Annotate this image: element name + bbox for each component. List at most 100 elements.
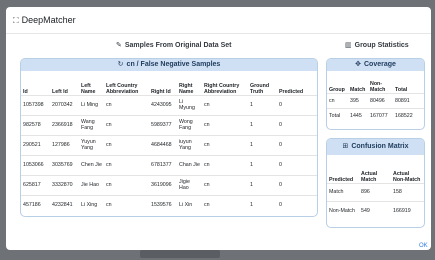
cell: cn — [104, 174, 149, 195]
deepmatcher-modal: ⛶ DeepMatcher ✎ Samples From Original Data… — [6, 7, 431, 250]
samples-table-title: cn / False Negative Samples — [126, 61, 221, 68]
cell: 168522 — [393, 107, 424, 123]
cell: 1 — [248, 154, 277, 175]
cell: 395 — [348, 92, 368, 108]
cell: Jigie Hao — [177, 174, 202, 195]
bar-chart-icon: ▥ — [345, 42, 352, 49]
samples-heading: ✎ Samples From Original Data Set — [116, 41, 231, 49]
col-right-id: Right Id — [151, 88, 171, 95]
col-left-id: Left Id — [52, 88, 68, 95]
col-id: Id — [23, 88, 28, 95]
cell: 1 — [248, 134, 277, 155]
confusion-header-row: Predicted Actual Match Actual Non-Match — [327, 158, 424, 183]
modal-title: DeepMatcher — [21, 15, 76, 25]
coverage-title: Coverage — [363, 61, 396, 68]
col-non-match: Non-Match — [370, 80, 386, 93]
modal-header: ⛶ DeepMatcher — [6, 7, 431, 34]
cell: Match — [327, 182, 359, 201]
ok-button[interactable]: OK — [419, 243, 428, 249]
cell: 0 — [277, 174, 317, 195]
samples-card-header: ↻ cn / False Negative Samples — [21, 59, 317, 71]
cell: iuyun Yang — [177, 134, 202, 155]
cell: 1539576 — [149, 194, 177, 215]
cell: 4232841 — [50, 194, 79, 215]
cell: 0 — [277, 134, 317, 155]
cell: 3619096 — [149, 174, 177, 195]
cell: cn — [104, 194, 149, 215]
col-right-name: Right Name — [179, 82, 194, 95]
cell: 1 — [248, 174, 277, 195]
cell: cn — [202, 134, 248, 155]
refresh-icon: ↻ — [117, 61, 124, 68]
cell: 4243095 — [149, 94, 177, 115]
col-ground-truth: Ground Truth — [250, 82, 270, 95]
samples-heading-label: Samples From Original Data Set — [124, 42, 232, 49]
coverage-header-row: Group Match Non-Match Total — [327, 73, 424, 93]
cell: Total — [327, 107, 348, 123]
cell: cn — [202, 154, 248, 175]
table-row: 457186 4232841 Li Xing cn 1539576 Li Xin cn 1 0 — [21, 194, 317, 215]
table-row: 625817 3332870 Jie Hao cn 3619096 Jigie Hao cn… — [21, 174, 317, 195]
samples-table: Id Left Id Left Name Left Country Abbrev… — [21, 73, 317, 215]
wrench-icon: ✎ — [116, 42, 122, 49]
confusion-title: Confusion Matrix — [351, 143, 409, 150]
samples-card: ↻ cn / False Negative Samples Id Left Id … — [20, 58, 318, 217]
cell: 80496 — [368, 92, 393, 108]
cell: 0 — [277, 154, 317, 175]
cell: 457186 — [21, 194, 50, 215]
col-predicted: Predicted — [279, 88, 304, 95]
cell: 2366918 — [50, 114, 79, 135]
cell: 1 — [248, 94, 277, 115]
cell: 625817 — [21, 174, 50, 195]
table-row: 290521 127986 Yuyun Yang cn 4684468 iuyun Yan… — [21, 134, 317, 155]
cell: cn — [202, 114, 248, 135]
cell: 158 — [391, 182, 424, 201]
col-predicted: Predicted — [329, 176, 354, 183]
cell: 166919 — [391, 200, 424, 221]
cell: 3332870 — [50, 174, 79, 195]
cell: 3035769 — [50, 154, 79, 175]
cell: 4684468 — [149, 134, 177, 155]
stats-heading-label: Group Statistics — [354, 42, 409, 49]
grid-icon: ⊞ — [342, 143, 349, 150]
col-group: Group — [329, 86, 345, 93]
cell: 1057398 — [21, 94, 50, 115]
cell: cn — [104, 154, 149, 175]
cell: cn — [202, 194, 248, 215]
coverage-card-header: ✥ Coverage — [327, 59, 424, 71]
cell: 127986 — [50, 134, 79, 155]
cell: Li Xing — [79, 194, 104, 215]
cell: Wong Fang — [177, 114, 202, 135]
col-actual-non-match: Actual Non-Match — [393, 170, 421, 183]
confusion-table: Predicted Actual Match Actual Non-Match … — [327, 158, 424, 221]
table-row: cn 395 80496 80891 — [327, 92, 424, 108]
cell: 0 — [277, 114, 317, 135]
table-row: Non-Match 549 166919 — [327, 200, 424, 221]
samples-header-row: Id Left Id Left Name Left Country Abbrev… — [21, 73, 317, 95]
confusion-card: ⊞ Confusion Matrix Predicted Actual Match… — [326, 138, 425, 228]
cell: Yuyun Yang — [79, 134, 104, 155]
cell: Chan Jie — [177, 154, 202, 175]
cell: 6781377 — [149, 154, 177, 175]
cell: 5989377 — [149, 114, 177, 135]
cell: Li Ming — [79, 94, 104, 115]
coverage-card: ✥ Coverage Group Match Non-Match Total cn… — [326, 58, 425, 130]
col-right-country: Right Country Abbreviation — [204, 82, 240, 95]
expand-icon: ⛶ — [13, 16, 19, 25]
cell: cn — [104, 114, 149, 135]
cell: 2070342 — [50, 94, 79, 115]
table-row: Total 1445 167077 168522 — [327, 107, 424, 123]
cell: Non-Match — [327, 200, 359, 221]
cell: 1 — [248, 114, 277, 135]
cell: Li Myung — [177, 94, 202, 115]
cell: Jie Hao — [79, 174, 104, 195]
cell: 167077 — [368, 107, 393, 123]
cell: Wang Fang — [79, 114, 104, 135]
col-actual-match: Actual Match — [361, 170, 378, 183]
cell: cn — [202, 94, 248, 115]
table-row: Match 896 158 — [327, 182, 424, 201]
col-match: Match — [350, 86, 366, 93]
modal-title-wrap: ⛶ DeepMatcher — [13, 15, 76, 26]
cell: 290521 — [21, 134, 50, 155]
cell: 80891 — [393, 92, 424, 108]
